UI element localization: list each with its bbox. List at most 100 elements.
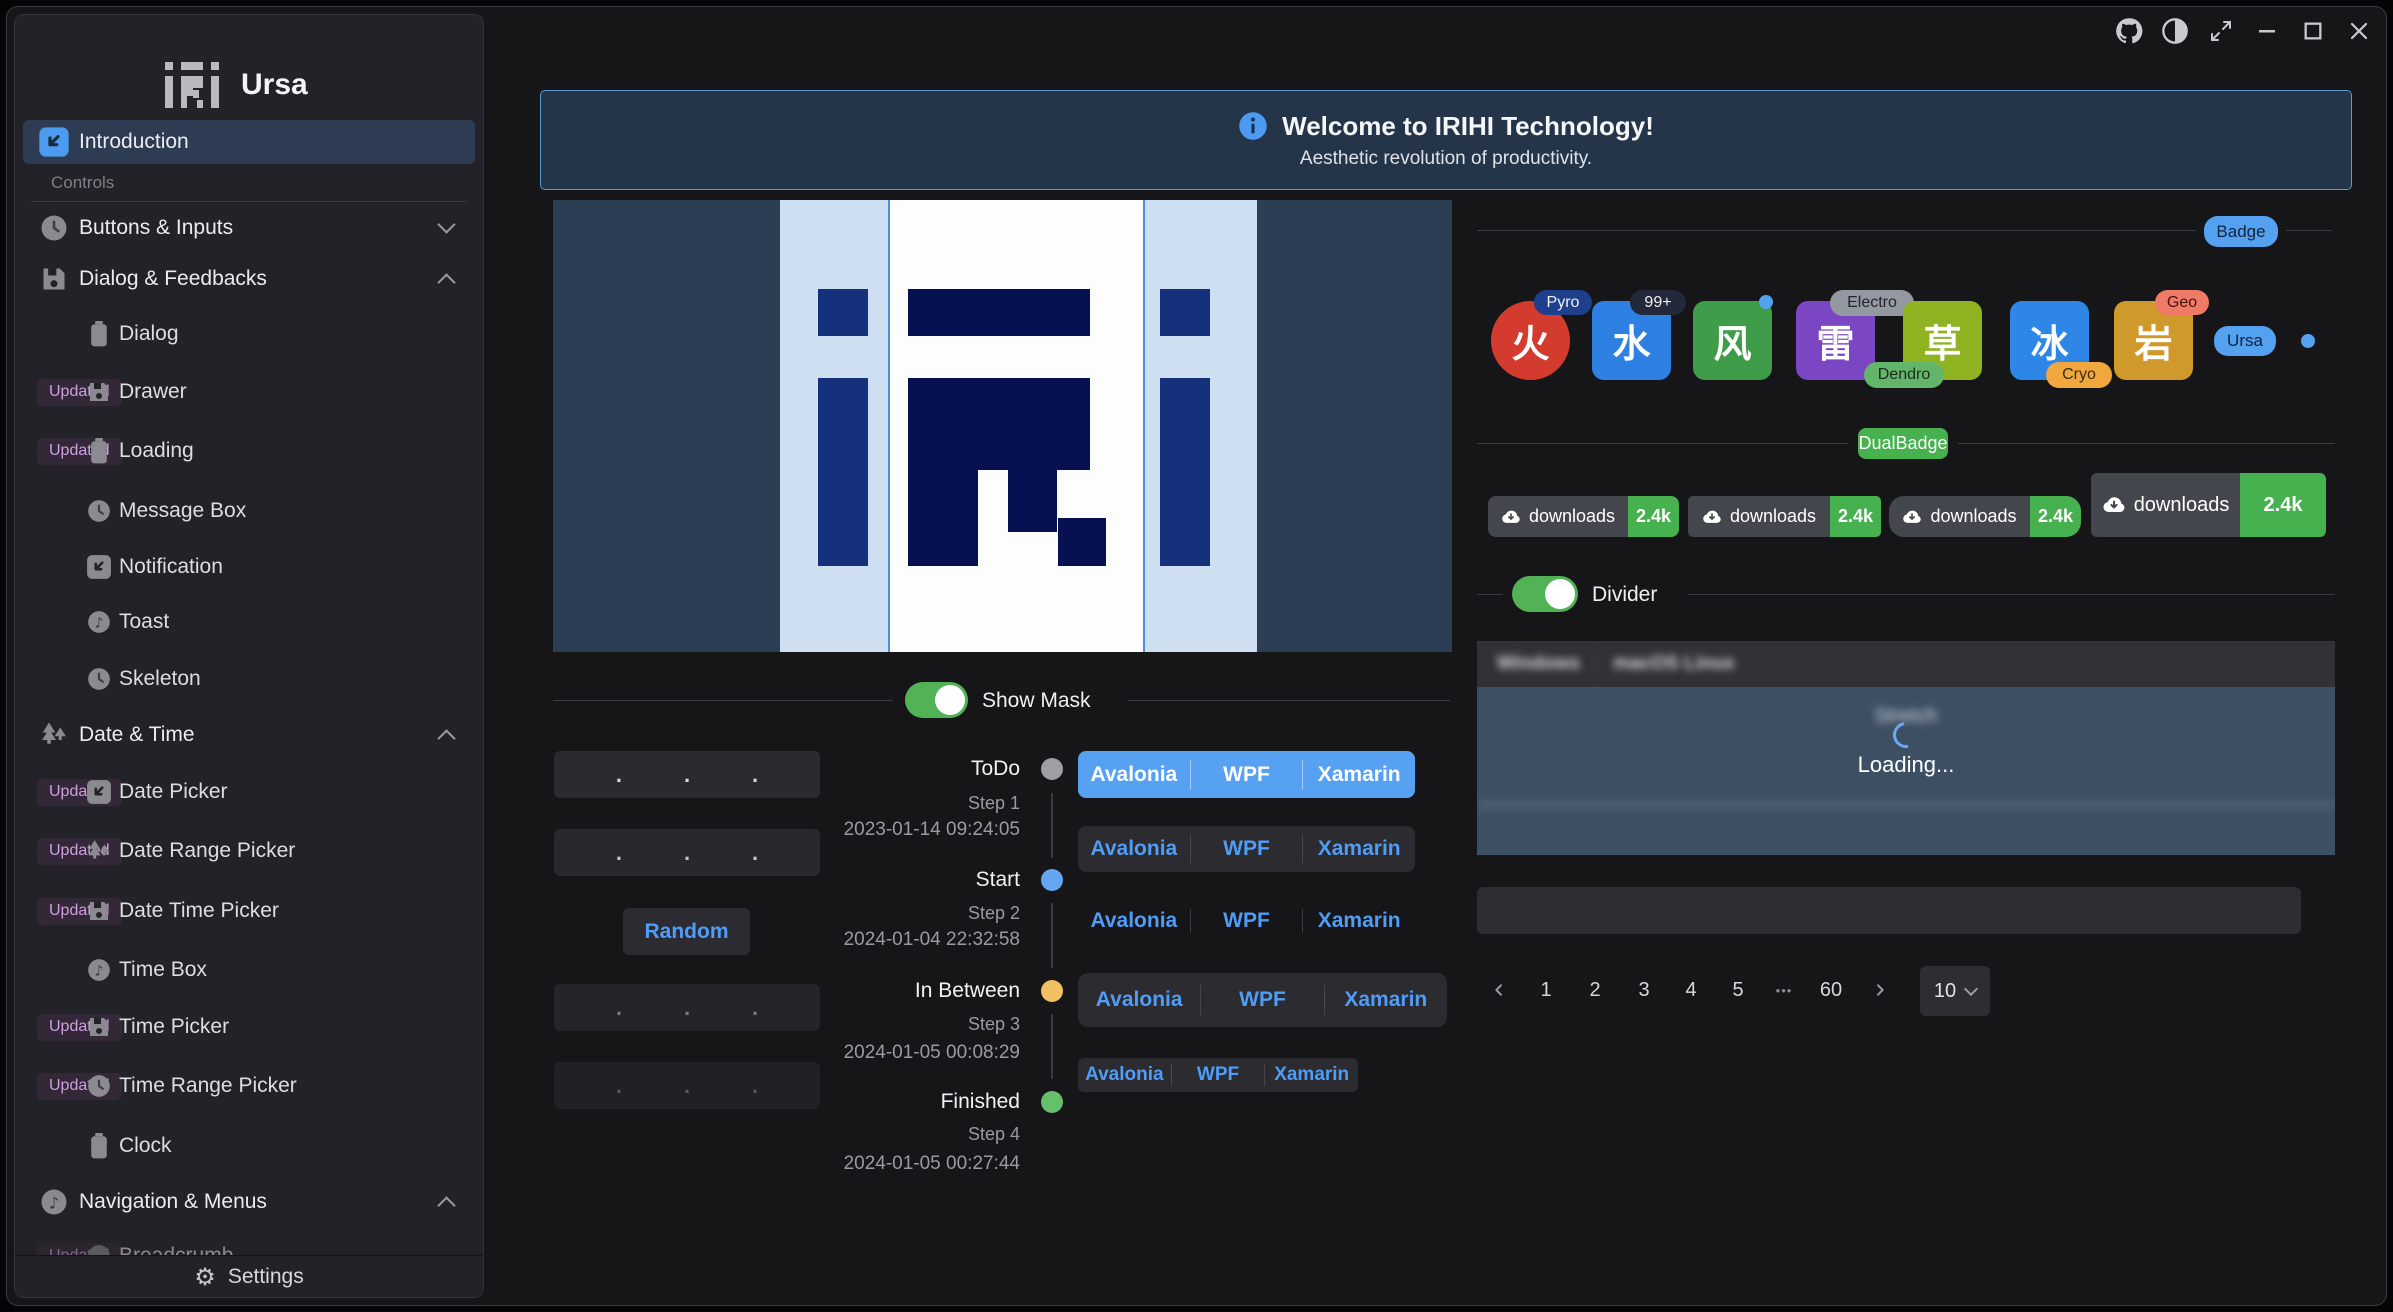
github-button[interactable] [2112,14,2146,48]
pagination-next-button[interactable] [1862,972,1898,1008]
ip-input[interactable]: ... [554,1062,820,1109]
sidebar-item-date-range-picker[interactable]: Date Range Picker Updated [23,829,475,873]
maximize-button[interactable] [2296,14,2330,48]
avalonia-button[interactable]: Avalonia [1078,909,1190,933]
sidebar-item-toast[interactable]: ♪ Toast [23,600,475,644]
step-connector [1051,1014,1053,1079]
note-icon: ♪ [85,608,113,636]
ursa-logo-icon [165,62,219,108]
empty-input-bar[interactable] [1477,887,2301,934]
logo-step-square [1058,518,1106,566]
wpf-button[interactable]: WPF [1172,1064,1265,1086]
wpf-button[interactable]: WPF [1191,837,1303,861]
chevron-up-icon [437,729,455,747]
sidebar-item-introduction[interactable]: Introduction [23,120,475,164]
pagination-page-60[interactable]: 60 [1813,972,1849,1008]
step-dot-todo [1041,758,1063,780]
step-time: 2024-01-05 00:27:44 [844,1153,1020,1175]
xamarin-button[interactable]: Xamarin [1303,909,1415,933]
button-group-ghost: Avalonia WPF Xamarin [1078,901,1415,941]
xamarin-button[interactable]: Xamarin [1303,837,1415,861]
step-dot-start [1041,869,1063,891]
pagination-page-1[interactable]: 1 [1528,972,1564,1008]
fullscreen-button[interactable] [2204,14,2238,48]
xamarin-button[interactable]: Xamarin [1265,1064,1358,1086]
chevron-up-icon [437,273,455,291]
step-sub: Step 1 [968,793,1020,814]
step-connector [1051,793,1053,858]
step-name: Finished [941,1090,1020,1114]
floppy-icon [37,262,71,296]
logo-right-bar [1160,378,1210,566]
ip-input[interactable]: ... [554,984,820,1031]
divider-line [553,700,893,701]
gear-icon: ⚙ [194,1263,216,1291]
pagination-page-4[interactable]: 4 [1673,972,1709,1008]
avalonia-button[interactable]: Avalonia [1078,988,1200,1012]
clock-icon [37,211,71,245]
xamarin-button[interactable]: Xamarin [1303,763,1415,787]
ip-input[interactable]: ... [554,829,820,876]
trees-icon [37,718,71,752]
sidebar-item-dialog-feedbacks[interactable]: Dialog & Feedbacks [23,257,475,301]
avalonia-button[interactable]: Avalonia [1078,1064,1171,1086]
sidebar-item-notification[interactable]: Notification [23,545,475,589]
wpf-button[interactable]: WPF [1191,763,1303,787]
sidebar-item-clock[interactable]: Clock [23,1124,475,1168]
logo-step-square [1008,470,1057,532]
show-mask-toggle[interactable] [905,682,968,718]
random-button[interactable]: Random [623,908,750,955]
xamarin-button[interactable]: Xamarin [1325,988,1447,1012]
show-mask-label: Show Mask [982,689,1091,713]
sidebar: Ursa Introduction Controls Buttons & Inp… [14,14,484,1298]
sidebar-item-navigation-menus[interactable]: ♪ Navigation & Menus [23,1180,475,1224]
ip-input[interactable]: ... [554,751,820,798]
svg-text:♪: ♪ [95,615,104,631]
sidebar-item-label: Introduction [79,130,189,154]
sidebar-item-drawer[interactable]: Drawer Updated [23,370,475,414]
theme-toggle-icon [2161,17,2189,45]
badge-section-pill: Badge [2204,216,2278,247]
fullscreen-icon [2209,19,2233,43]
pagination-page-5[interactable]: 5 [1720,972,1756,1008]
app-title: Ursa [241,68,308,102]
note-icon: ♪ [85,956,113,984]
sidebar-item-time-picker[interactable]: Time Picker Updated [23,1005,475,1049]
tab-macos-linux[interactable]: macOS Linux [1613,653,1734,675]
sidebar-item-buttons-inputs[interactable]: Buttons & Inputs [23,206,475,250]
button-group-solid: Avalonia WPF Xamarin [1078,751,1415,798]
sidebar-item-dialog[interactable]: Dialog [23,312,475,356]
step-time: 2024-01-05 00:08:29 [844,1042,1020,1064]
logo-top-dash [908,289,1090,336]
wpf-button[interactable]: WPF [1191,909,1303,933]
sidebar-item-loading[interactable]: Loading Updated [23,429,475,473]
tab-windows[interactable]: Windows [1497,653,1580,675]
page-size-select[interactable]: 10 [1920,966,1990,1016]
minimize-button[interactable] [2250,14,2284,48]
sidebar-item-date-picker[interactable]: Date Picker Updated [23,770,475,814]
pagination-prev-button[interactable] [1481,972,1517,1008]
dendro-badge: Dendro [1864,362,1944,388]
divider-line [1477,594,1503,595]
sidebar-item-date-time-picker[interactable]: Date Time Picker Updated [23,889,475,933]
sidebar-item-message-box[interactable]: Message Box [23,489,475,533]
pagination-page-3[interactable]: 3 [1626,972,1662,1008]
sidebar-item-date-time[interactable]: Date & Time [23,713,475,757]
divider-toggle[interactable] [1512,576,1578,612]
sidebar-item-time-range-picker[interactable]: Time Range Picker Updated [23,1064,475,1108]
sidebar-item-skeleton[interactable]: Skeleton [23,657,475,701]
irihi-logo-panel [553,200,1452,652]
svg-text:♪: ♪ [49,1193,59,1212]
settings-button[interactable]: ⚙ Settings [15,1255,483,1297]
chevron-down-icon [1964,982,1978,996]
button-group-compact: Avalonia WPF Xamarin [1078,1058,1358,1092]
sidebar-item-time-box[interactable]: ♪ Time Box [23,948,475,992]
close-button[interactable] [2342,14,2376,48]
clock-icon [85,665,113,693]
dot-badge [2301,334,2315,348]
avalonia-button[interactable]: Avalonia [1078,763,1190,787]
wpf-button[interactable]: WPF [1201,988,1323,1012]
avalonia-button[interactable]: Avalonia [1078,837,1190,861]
theme-toggle-button[interactable] [2158,14,2192,48]
pagination-page-2[interactable]: 2 [1577,972,1613,1008]
